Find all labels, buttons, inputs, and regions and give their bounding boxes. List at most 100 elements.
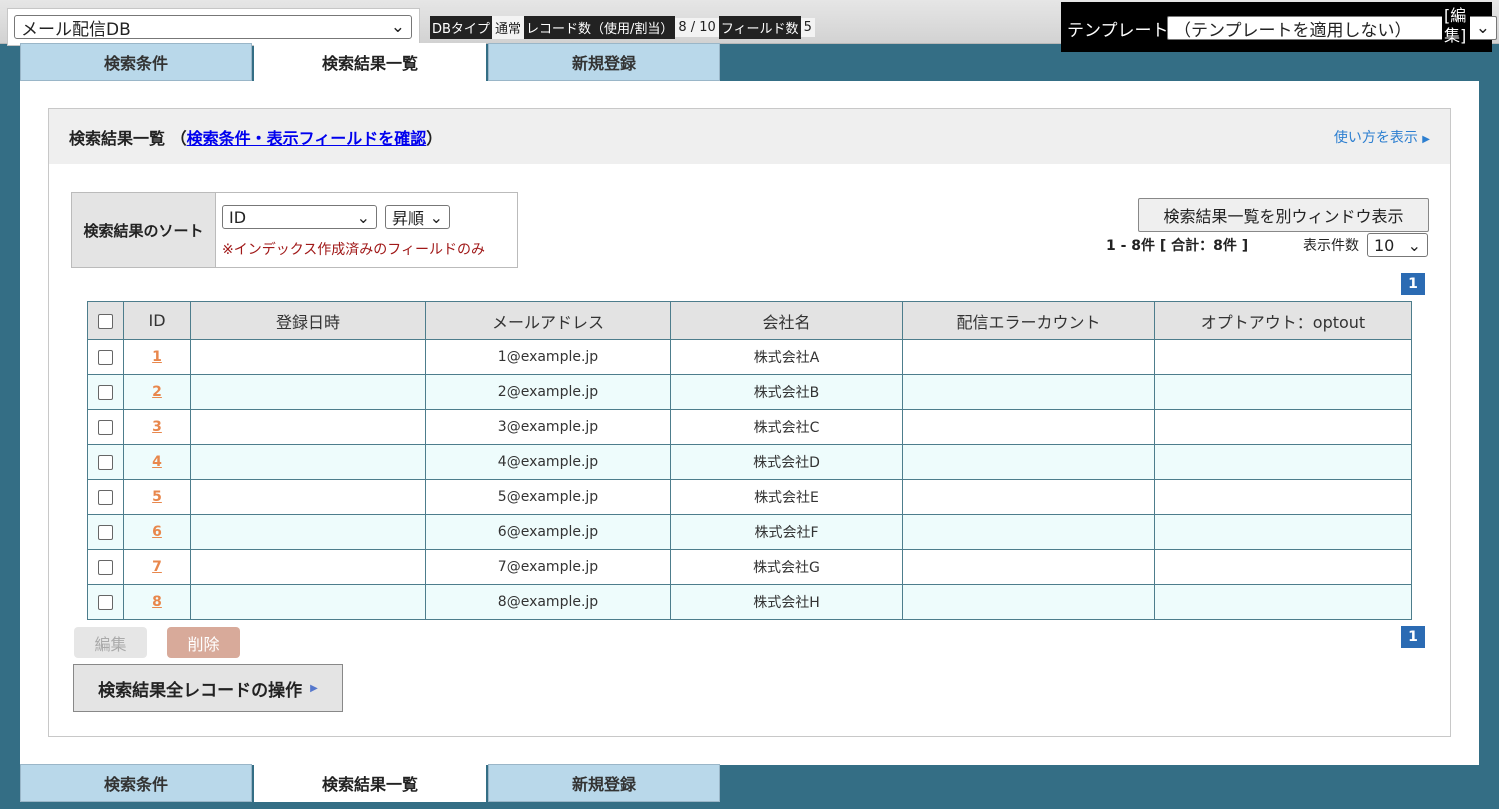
open-window-button[interactable]: 検索結果一覧を別ウィンドウ表示 bbox=[1138, 198, 1429, 232]
db-select[interactable]: メール配信DB ⌄ bbox=[14, 15, 412, 40]
record-id-link[interactable]: 6 bbox=[152, 524, 162, 540]
result-count: 1 - 8件 [ 合計：8件 ] bbox=[1106, 238, 1249, 254]
id-cell: 8 bbox=[123, 584, 191, 620]
edit-button[interactable]: 編集 bbox=[74, 627, 147, 658]
email-cell: 7@example.jp bbox=[425, 549, 671, 585]
chevron-down-icon: ⌄ bbox=[356, 207, 370, 227]
email-cell: 5@example.jp bbox=[425, 479, 671, 515]
select-all-checkbox[interactable] bbox=[98, 314, 113, 329]
optout-cell bbox=[1154, 339, 1412, 375]
email-cell: 1@example.jp bbox=[425, 339, 671, 375]
id-cell: 3 bbox=[123, 409, 191, 445]
tab-search-results[interactable]: 検索結果一覧 bbox=[254, 764, 486, 802]
error-count-cell bbox=[902, 479, 1155, 515]
email-cell: 8@example.jp bbox=[425, 584, 671, 620]
results-table: ID 登録日時 メールアドレス 会社名 配信エラーカウント オプトアウト：opt… bbox=[87, 301, 1412, 620]
row-checkbox[interactable] bbox=[98, 454, 113, 470]
check-conditions-link[interactable]: 検索条件・表示フィールドを確認 bbox=[187, 129, 427, 148]
table-row: 5 5@example.jp 株式会社E bbox=[87, 479, 1412, 515]
sort-field-value: ID bbox=[229, 207, 247, 227]
company-cell: 株式会社G bbox=[670, 549, 903, 585]
page-title: 検索結果一覧 （検索条件・表示フィールドを確認） bbox=[69, 128, 443, 148]
record-id-link[interactable]: 8 bbox=[152, 594, 162, 610]
perpage-value: 10 bbox=[1374, 235, 1395, 255]
company-cell: 株式会社E bbox=[670, 479, 903, 515]
date-cell bbox=[190, 514, 426, 550]
date-cell bbox=[190, 479, 426, 515]
tab-search-results[interactable]: 検索結果一覧 bbox=[254, 43, 486, 81]
page-link-bottom[interactable]: 1 bbox=[1401, 626, 1425, 648]
all-records-action-button[interactable]: 検索結果全レコードの操作 ▶ bbox=[73, 664, 343, 712]
error-count-cell bbox=[902, 584, 1155, 620]
row-checkbox[interactable] bbox=[98, 419, 113, 435]
row-checkbox[interactable] bbox=[98, 489, 113, 505]
sort-field-select[interactable]: ID ⌄ bbox=[222, 205, 377, 229]
db-select-wrapper: メール配信DB ⌄ bbox=[7, 8, 420, 46]
id-cell: 5 bbox=[123, 479, 191, 515]
results-header: 検索結果一覧 （検索条件・表示フィールドを確認） 使い方を表示 ▶ bbox=[49, 109, 1450, 164]
tab-search-conditions[interactable]: 検索条件 bbox=[20, 43, 252, 81]
template-select-value: （テンプレートを適用しない） bbox=[1174, 20, 1412, 41]
chevron-down-icon: ⌄ bbox=[1475, 18, 1490, 38]
row-select-cell bbox=[87, 409, 124, 445]
table-row: 4 4@example.jp 株式会社D bbox=[87, 444, 1412, 480]
optout-cell bbox=[1154, 549, 1412, 585]
tab-new-record[interactable]: 新規登録 bbox=[488, 764, 720, 802]
record-id-link[interactable]: 2 bbox=[152, 384, 162, 400]
col-optout: オプトアウト：optout bbox=[1154, 301, 1412, 340]
results-box: 検索結果一覧 （検索条件・表示フィールドを確認） 使い方を表示 ▶ 検索結果のソ… bbox=[48, 108, 1451, 737]
db-meta: DBタイプ 通常 レコード数（使用/割当） 8 / 10 フィールド数 5 bbox=[430, 15, 815, 39]
sort-note: ※インデックス作成済みのフィールドのみ bbox=[222, 242, 486, 258]
sort-label: 検索結果のソート bbox=[72, 193, 216, 267]
date-cell bbox=[190, 584, 426, 620]
row-checkbox[interactable] bbox=[98, 559, 113, 575]
col-error-count: 配信エラーカウント bbox=[902, 301, 1155, 340]
col-email: メールアドレス bbox=[425, 301, 671, 340]
record-id-link[interactable]: 7 bbox=[152, 559, 162, 575]
record-id-link[interactable]: 5 bbox=[152, 489, 162, 505]
optout-cell bbox=[1154, 409, 1412, 445]
record-count-label: レコード数（使用/割当） bbox=[523, 15, 676, 39]
optout-cell bbox=[1154, 444, 1412, 480]
row-checkbox[interactable] bbox=[98, 384, 113, 400]
error-count-cell bbox=[902, 374, 1155, 410]
id-cell: 4 bbox=[123, 444, 191, 480]
optout-cell bbox=[1154, 514, 1412, 550]
table-row: 8 8@example.jp 株式会社H bbox=[87, 584, 1412, 620]
table-header-row: ID 登録日時 メールアドレス 会社名 配信エラーカウント オプトアウト：opt… bbox=[87, 301, 1412, 340]
db-type-value: 通常 bbox=[491, 15, 524, 39]
row-select-cell bbox=[87, 549, 124, 585]
col-id: ID bbox=[123, 301, 191, 340]
delete-button[interactable]: 削除 bbox=[167, 627, 240, 658]
optout-cell bbox=[1154, 479, 1412, 515]
error-count-cell bbox=[902, 409, 1155, 445]
row-checkbox[interactable] bbox=[98, 524, 113, 540]
row-select-cell bbox=[87, 514, 124, 550]
record-id-link[interactable]: 1 bbox=[152, 349, 162, 365]
record-count-value: 8 / 10 bbox=[675, 17, 719, 37]
row-checkbox[interactable] bbox=[98, 594, 113, 610]
company-cell: 株式会社H bbox=[670, 584, 903, 620]
date-cell bbox=[190, 444, 426, 480]
template-edit-link[interactable]: [編集] bbox=[1442, 6, 1470, 46]
chevron-down-icon: ⌄ bbox=[429, 207, 443, 227]
tab-new-record[interactable]: 新規登録 bbox=[488, 43, 720, 81]
email-cell: 3@example.jp bbox=[425, 409, 671, 445]
chevron-down-icon: ⌄ bbox=[390, 17, 405, 37]
page-link-top[interactable]: 1 bbox=[1401, 273, 1425, 295]
perpage-select[interactable]: 10 ⌄ bbox=[1367, 233, 1428, 257]
field-count-value: 5 bbox=[800, 17, 815, 37]
col-date: 登録日時 bbox=[190, 301, 426, 340]
email-cell: 4@example.jp bbox=[425, 444, 671, 480]
row-checkbox[interactable] bbox=[98, 349, 113, 365]
field-count-label: フィールド数 bbox=[718, 15, 801, 39]
record-id-link[interactable]: 4 bbox=[152, 454, 162, 470]
sort-order-select[interactable]: 昇順 ⌄ bbox=[385, 205, 450, 229]
record-id-link[interactable]: 3 bbox=[152, 419, 162, 435]
company-cell: 株式会社A bbox=[670, 339, 903, 375]
usage-link[interactable]: 使い方を表示 ▶ bbox=[1334, 127, 1430, 147]
email-cell: 2@example.jp bbox=[425, 374, 671, 410]
table-row: 2 2@example.jp 株式会社B bbox=[87, 374, 1412, 410]
tab-search-conditions[interactable]: 検索条件 bbox=[20, 764, 252, 802]
error-count-cell bbox=[902, 514, 1155, 550]
